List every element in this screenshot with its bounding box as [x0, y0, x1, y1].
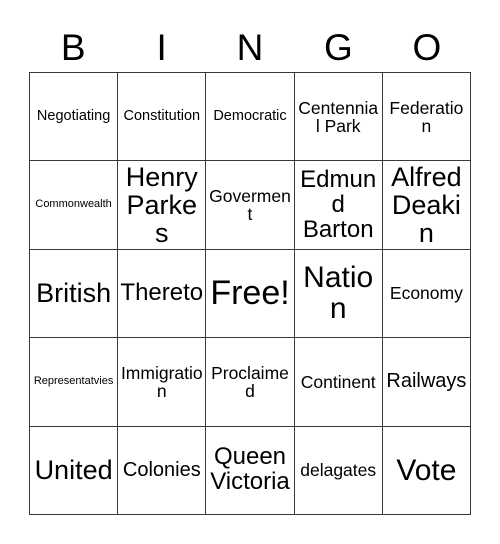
bingo-cell[interactable]: Federation	[382, 73, 471, 162]
bingo-cell[interactable]: Queen Victoria	[206, 426, 295, 515]
header-letter-g: G	[324, 26, 353, 68]
header-letter-i: I	[156, 26, 167, 68]
bingo-cell-label: Economy	[389, 283, 463, 304]
bingo-cell-label: Thereto	[120, 279, 204, 307]
bingo-cell-label: Negotiating	[36, 108, 111, 125]
bingo-cell[interactable]: British	[30, 249, 119, 339]
bingo-cell-label: Alfred Deakin	[391, 161, 462, 249]
bingo-cell-label: United	[34, 455, 113, 486]
bingo-cell[interactable]: Immigration	[118, 338, 207, 427]
bingo-cell[interactable]: Economy	[382, 249, 471, 339]
bingo-cell-label: Free!	[210, 273, 290, 312]
bingo-cell-label: Railways	[386, 370, 467, 393]
bingo-cell[interactable]: Thereto	[118, 249, 207, 339]
bingo-cell-label: Colonies	[122, 458, 201, 481]
bingo-cell-label: Federation	[389, 97, 464, 136]
bingo-cell[interactable]: Alfred Deakin	[382, 161, 471, 250]
bingo-cell[interactable]: Representatvies	[30, 338, 119, 427]
bingo-cell-label: Democratic	[213, 108, 287, 125]
bingo-cell-label: Queen Victoria	[210, 443, 290, 496]
bingo-cell[interactable]: Negotiating	[30, 73, 119, 162]
bingo-grid: Negotiating Constitution Democratic Cent…	[29, 72, 471, 515]
bingo-cell-label: British	[36, 278, 112, 309]
header-letter-n: N	[236, 26, 264, 68]
header-letter-b: B	[60, 26, 86, 68]
bingo-cell-label: Immigration	[120, 362, 203, 401]
bingo-card: B I N G O Negotiating Constitution Democ…	[0, 0, 500, 544]
bingo-cell-label: Centennial Park	[298, 97, 379, 136]
bingo-cell-label: Representatvies	[33, 375, 114, 388]
bingo-cell-label: Constitution	[123, 108, 201, 125]
bingo-cell-label: Edmund Barton	[300, 165, 377, 243]
bingo-cell[interactable]: Edmund Barton	[294, 161, 383, 250]
bingo-cell[interactable]: Constitution	[118, 73, 207, 162]
bingo-cell-label: Henry Parkes	[125, 161, 198, 249]
bingo-cell[interactable]: delagates	[294, 426, 383, 515]
bingo-cell-label: Proclaimed	[211, 362, 289, 401]
bingo-cell[interactable]: Colonies	[118, 426, 207, 515]
bingo-cell[interactable]: Centennial Park	[294, 73, 383, 162]
bingo-cell[interactable]: Goverment	[206, 161, 295, 250]
bingo-cell[interactable]: Henry Parkes	[118, 161, 207, 250]
bingo-cell[interactable]: Vote	[382, 426, 471, 515]
bingo-cell[interactable]: Railways	[382, 338, 471, 427]
bingo-cell[interactable]: Nation	[294, 249, 383, 339]
bingo-header: B I N G O	[29, 22, 471, 72]
bingo-cell[interactable]: Continent	[294, 338, 383, 427]
bingo-cell-label: delagates	[300, 460, 377, 481]
bingo-cell-label: Commonwealth	[35, 198, 112, 211]
bingo-cell-label: Nation	[303, 261, 374, 326]
bingo-cell[interactable]: Proclaimed	[206, 338, 295, 427]
header-letter-o: O	[412, 26, 442, 68]
bingo-cell[interactable]: Commonwealth	[30, 161, 119, 250]
bingo-cell[interactable]: United	[30, 426, 119, 515]
bingo-cell-label: Goverment	[209, 185, 291, 225]
bingo-cell-free[interactable]: Free!	[206, 249, 295, 339]
bingo-cell-label: Continent	[300, 371, 376, 392]
bingo-cell-label: Vote	[396, 453, 457, 487]
bingo-cell[interactable]: Democratic	[206, 73, 295, 162]
